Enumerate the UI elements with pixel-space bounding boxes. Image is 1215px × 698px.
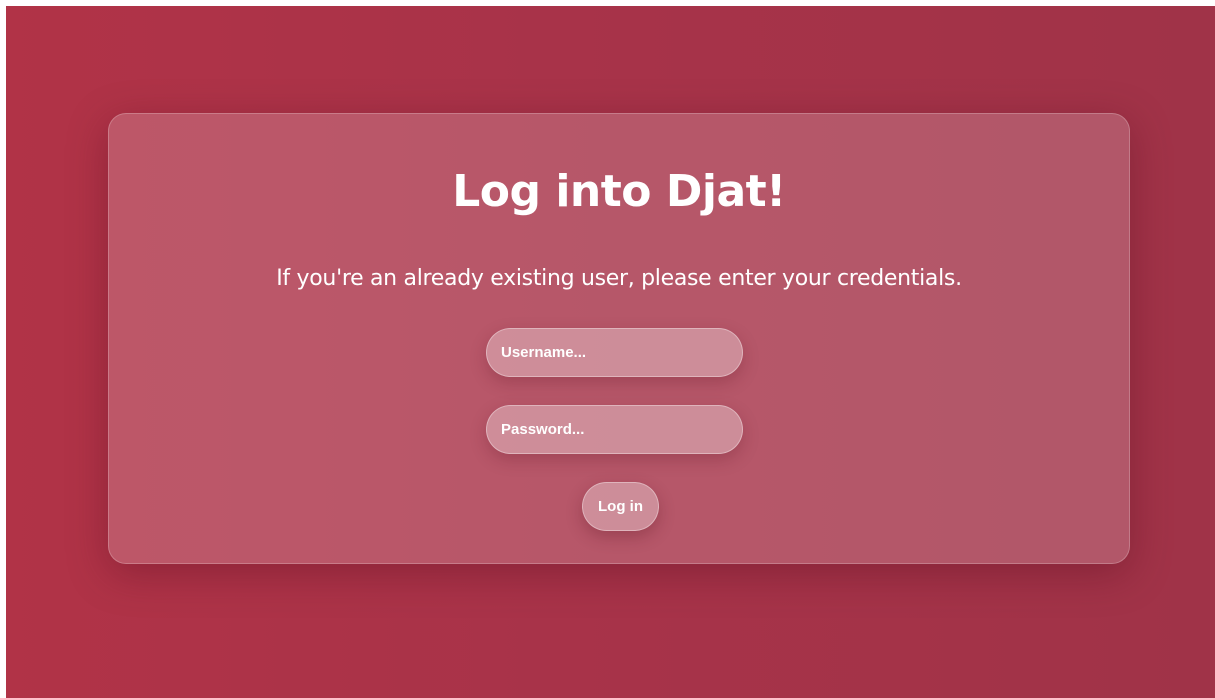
page-title: Log into Djat! bbox=[452, 166, 786, 217]
password-input[interactable] bbox=[486, 405, 743, 454]
login-instructions: If you're an already existing user, plea… bbox=[276, 266, 962, 291]
login-card: Log into Djat! If you're an already exis… bbox=[108, 113, 1130, 564]
login-button[interactable]: Log in bbox=[582, 482, 659, 531]
page-background: Log into Djat! If you're an already exis… bbox=[6, 6, 1215, 698]
username-input[interactable] bbox=[486, 328, 743, 377]
